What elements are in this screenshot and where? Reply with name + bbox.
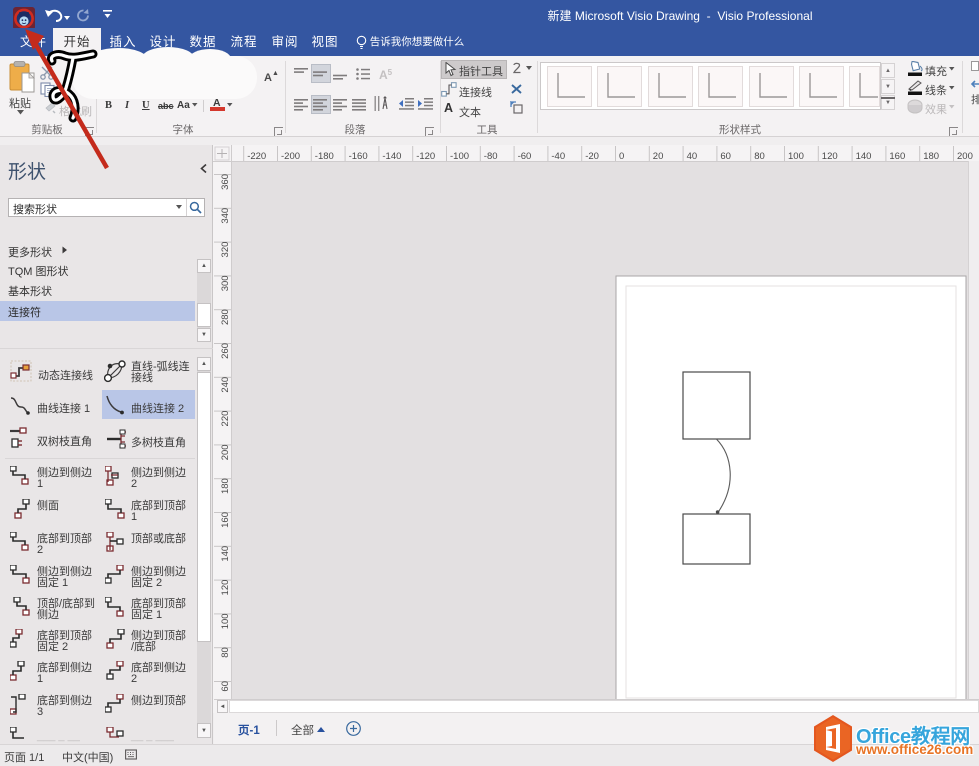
svg-text:80: 80 [220, 647, 231, 658]
svg-text:300: 300 [220, 275, 231, 291]
svg-text:340: 340 [220, 208, 231, 224]
svg-text:140: 140 [220, 546, 231, 562]
svg-text:260: 260 [220, 343, 231, 359]
svg-text:180: 180 [220, 478, 231, 494]
svg-text:320: 320 [220, 242, 231, 258]
svg-text:240: 240 [220, 377, 231, 393]
svg-text:160: 160 [220, 512, 231, 528]
svg-text:60: 60 [220, 681, 231, 692]
svg-text:280: 280 [220, 309, 231, 325]
svg-text:220: 220 [220, 411, 231, 427]
svg-text:200: 200 [220, 444, 231, 460]
svg-text:100: 100 [220, 613, 231, 629]
svg-text:120: 120 [220, 580, 231, 596]
svg-text:360: 360 [220, 174, 231, 190]
